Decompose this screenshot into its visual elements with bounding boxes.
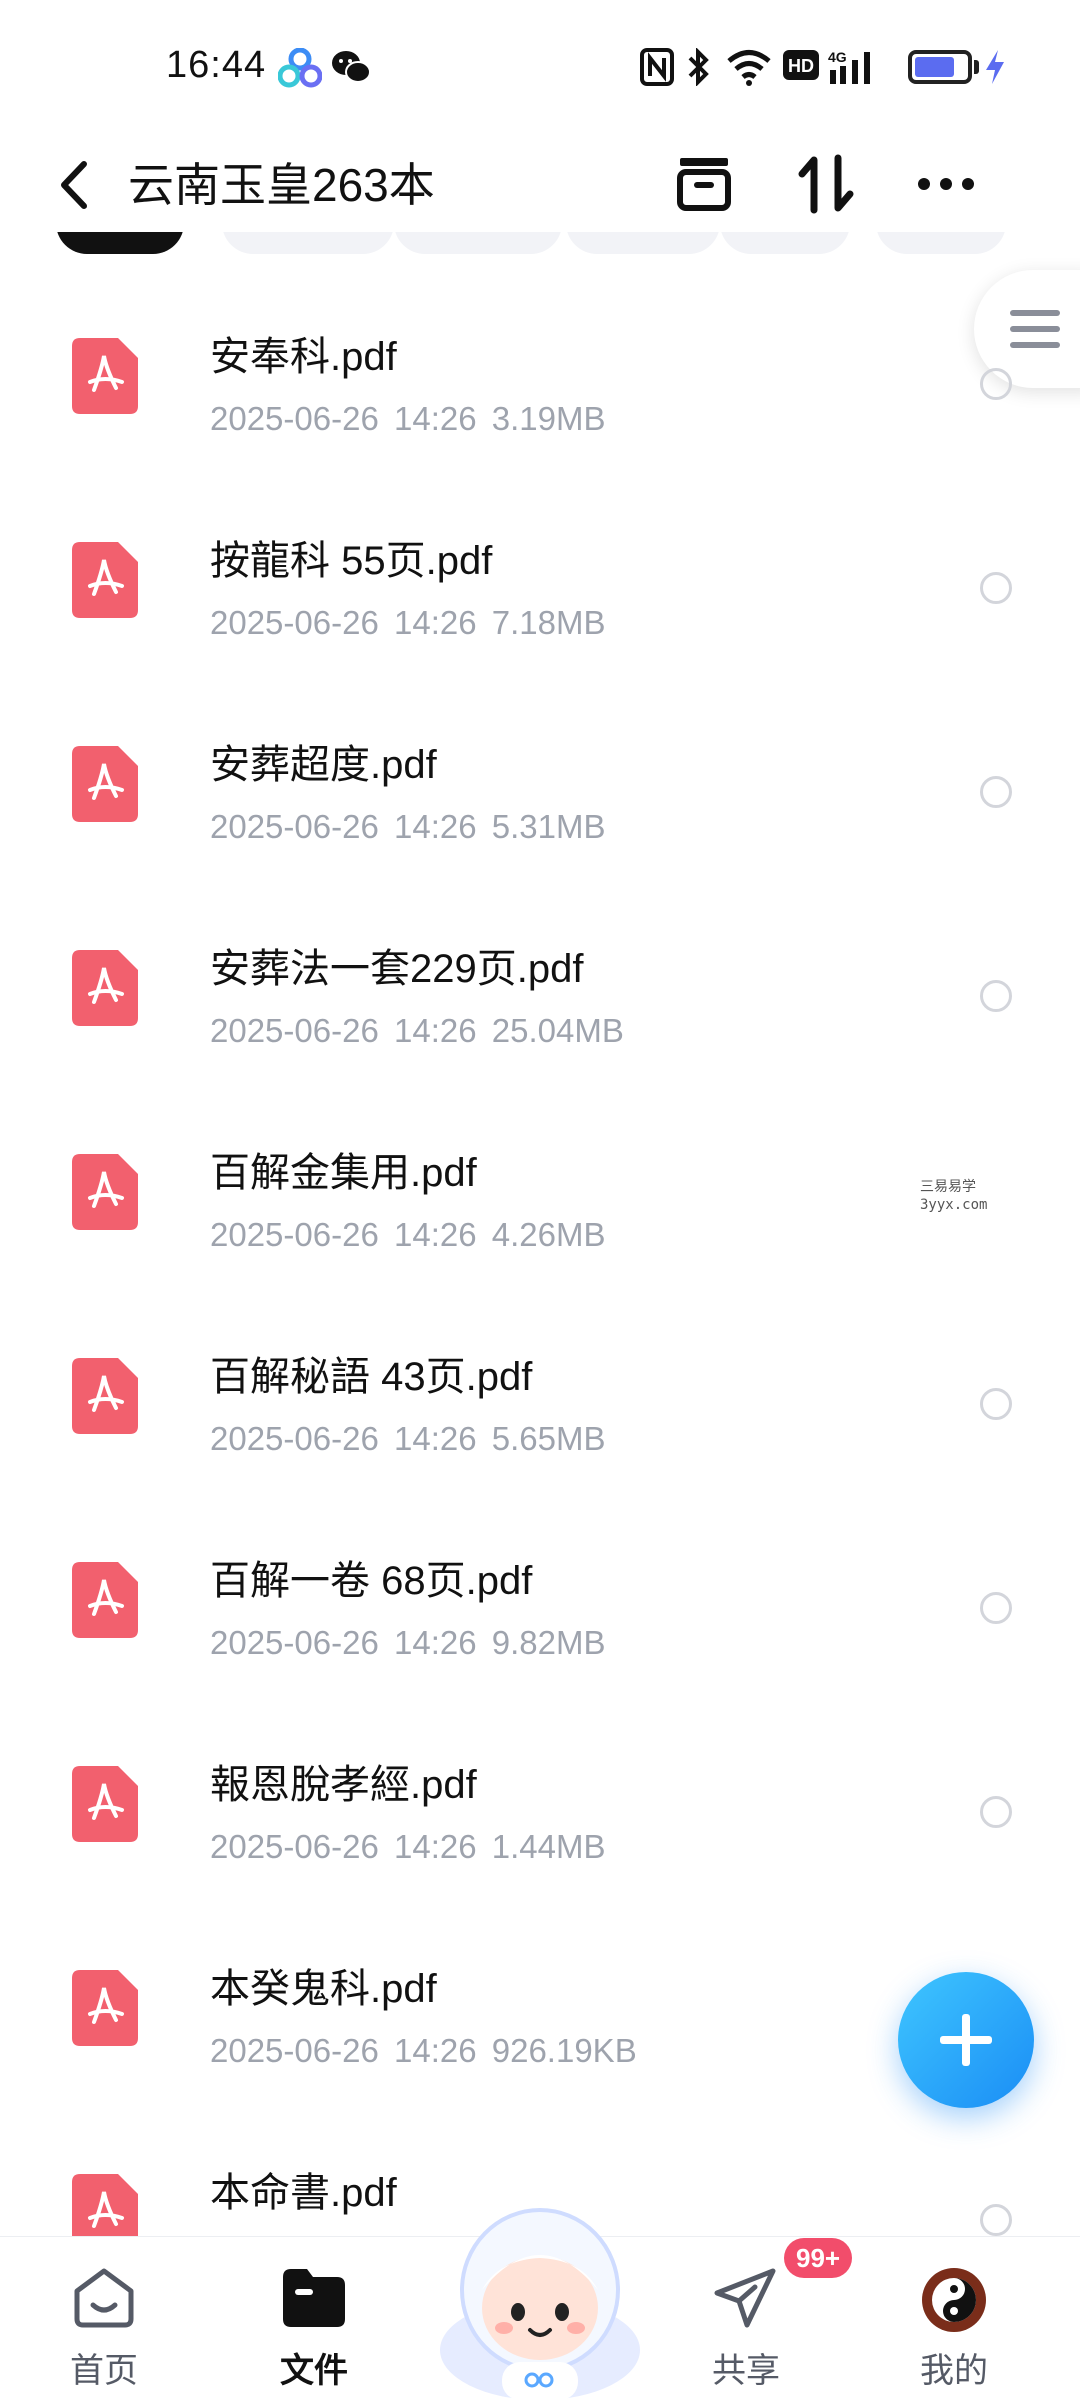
file-name: 安葬超度.pdf [210, 743, 437, 787]
pdf-file-icon [72, 746, 138, 822]
more-icon[interactable] [910, 148, 982, 220]
file-meta: 2025-06-26 14:26 5.31MB [210, 808, 606, 845]
file-meta: 2025-06-26 14:26 926.19KB [210, 2032, 637, 2069]
hd-icon: HD [783, 50, 819, 80]
file-name: 報恩脫孝經.pdf [210, 1763, 477, 1807]
category-tabs [0, 232, 1080, 262]
file-meta: 2025-06-26 14:26 5.65MB [210, 1420, 606, 1457]
pdf-file-icon [72, 950, 138, 1026]
file-row[interactable]: 報恩脫孝經.pdf 2025-06-26 14:26 1.44MB [0, 1690, 1080, 1894]
watermark: 三易易学 3yyx.com [920, 1178, 987, 1214]
status-time: 16:44 [166, 44, 267, 86]
pdf-file-icon [72, 338, 138, 414]
file-name: 百解一卷 68页.pdf [210, 1559, 533, 1603]
home-icon [74, 2268, 134, 2328]
tab[interactable] [222, 232, 394, 254]
select-radio[interactable] [980, 2204, 1012, 2236]
file-name: 本命書.pdf [210, 2171, 397, 2215]
file-row[interactable]: 百解金集用.pdf 2025-06-26 14:26 4.26MB [0, 1078, 1080, 1282]
file-row[interactable]: 百解一卷 68页.pdf 2025-06-26 14:26 9.82MB [0, 1486, 1080, 1690]
select-radio[interactable] [980, 368, 1012, 400]
watermark-url: 3yyx.com [920, 1197, 988, 1213]
watermark-text: 三易易学 [920, 1179, 976, 1195]
nav-label: 我的 [920, 2352, 988, 2390]
pdf-file-icon [72, 1562, 138, 1638]
pdf-file-icon [72, 542, 138, 618]
file-row[interactable]: 安葬超度.pdf 2025-06-26 14:26 5.31MB [0, 670, 1080, 874]
page-title: 云南玉皇263本 [128, 159, 435, 211]
file-meta: 2025-06-26 14:26 4.26MB [210, 1216, 606, 1253]
file-meta: 2025-06-26 14:26 25.04MB [210, 1012, 624, 1049]
select-radio[interactable] [980, 572, 1012, 604]
header: 云南玉皇263本 [0, 130, 1080, 240]
send-icon [714, 2268, 776, 2328]
nav-mine[interactable]: 我的 [874, 2237, 1034, 2400]
select-radio[interactable] [980, 1592, 1012, 1624]
archive-icon[interactable] [668, 148, 740, 220]
wifi-icon [727, 50, 771, 86]
nav-files[interactable]: 文件 [234, 2237, 394, 2400]
pdf-file-icon [72, 1358, 138, 1434]
battery-icon [908, 50, 972, 84]
file-name: 百解金集用.pdf [210, 1151, 477, 1195]
svg-text:4G: 4G [828, 49, 847, 65]
file-row[interactable]: 安葬法一套229页.pdf 2025-06-26 14:26 25.04MB [0, 874, 1080, 1078]
pdf-file-icon [72, 1154, 138, 1230]
file-name: 本癸鬼科.pdf [210, 1967, 437, 2011]
baidu-cloud-icon [278, 48, 322, 88]
tab[interactable] [720, 232, 850, 254]
status-bar: 16:44 HD 4G [0, 0, 1080, 130]
nfc-icon [640, 48, 674, 86]
tab[interactable] [876, 232, 1006, 254]
file-row[interactable]: 按龍科 55页.pdf 2025-06-26 14:26 7.18MB [0, 466, 1080, 670]
battery-tip [974, 60, 979, 74]
wechat-icon [332, 51, 371, 83]
file-meta: 2025-06-26 14:26 9.82MB [210, 1624, 606, 1661]
tab[interactable] [566, 232, 720, 254]
file-meta: 2025-06-26 14:26 3.19MB [210, 400, 606, 437]
nav-home[interactable]: 首页 [24, 2237, 184, 2400]
tab-active[interactable] [56, 232, 184, 254]
file-meta: 2025-06-26 14:26 1.44MB [210, 1828, 606, 1865]
mascot-button[interactable] [432, 2180, 648, 2400]
pdf-file-icon [72, 1766, 138, 1842]
tab[interactable] [394, 232, 562, 254]
svg-text:HD: HD [788, 56, 814, 76]
file-meta: 2025-06-26 14:26 7.18MB [210, 604, 606, 641]
nav-label: 首页 [70, 2352, 138, 2390]
file-name: 百解秘語 43页.pdf [210, 1355, 533, 1399]
select-radio[interactable] [980, 776, 1012, 808]
file-name: 按龍科 55页.pdf [210, 539, 493, 583]
share-badge: 99+ [784, 2238, 853, 2278]
file-row[interactable]: 百解秘語 43页.pdf 2025-06-26 14:26 5.65MB [0, 1282, 1080, 1486]
back-icon[interactable] [48, 152, 98, 218]
charging-icon [986, 50, 1004, 84]
select-radio[interactable] [980, 1796, 1012, 1828]
folder-icon [283, 2269, 345, 2327]
4g-signal-icon: 4G [828, 49, 870, 84]
avatar [922, 2268, 986, 2332]
pdf-file-icon [72, 1970, 138, 2046]
file-name: 安奉科.pdf [210, 335, 397, 379]
file-row[interactable]: 安奉科.pdf 2025-06-26 14:26 3.19MB [0, 262, 1080, 466]
nav-label: 共享 [712, 2352, 780, 2390]
select-radio[interactable] [980, 980, 1012, 1012]
add-button[interactable] [898, 1972, 1034, 2108]
bluetooth-icon [688, 48, 709, 86]
select-radio[interactable] [980, 1388, 1012, 1420]
nav-label: 文件 [280, 2352, 348, 2390]
sort-icon[interactable] [790, 148, 862, 220]
file-name: 安葬法一套229页.pdf [210, 947, 584, 991]
